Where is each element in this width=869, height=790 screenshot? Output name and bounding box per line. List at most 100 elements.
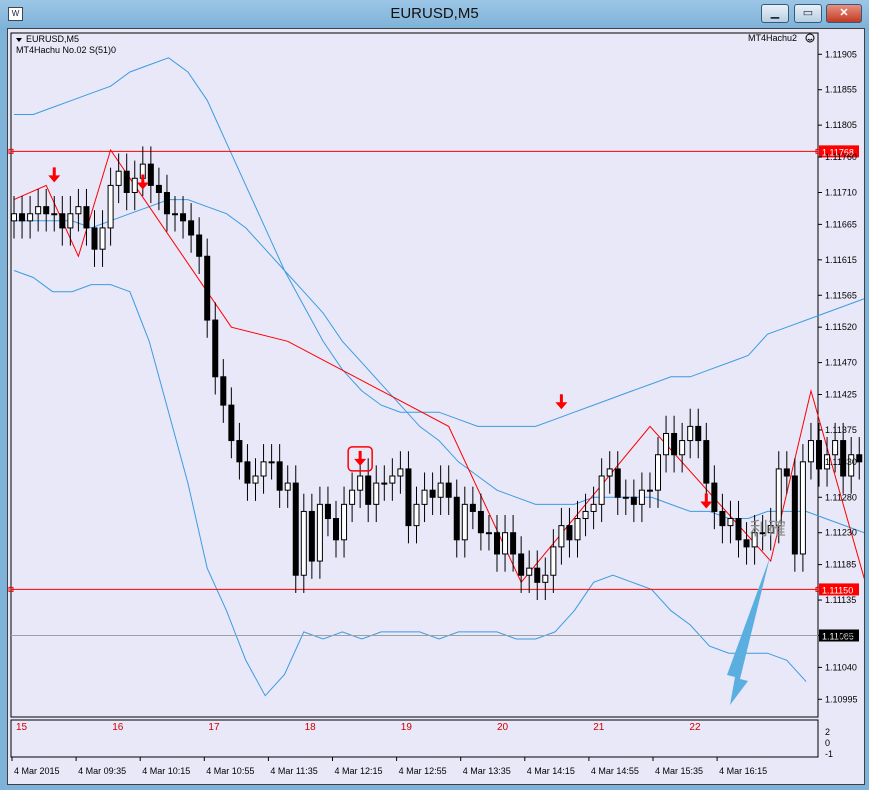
x-tick-label: 4 Mar 15:35 (655, 766, 703, 776)
candle-body (494, 532, 500, 555)
window-title: EURUSD,M5 (390, 5, 479, 22)
smiley-mouth (807, 38, 813, 41)
candle-body (566, 525, 573, 541)
candle-body (542, 574, 549, 583)
candle-body (590, 503, 597, 512)
candle-body (703, 440, 710, 484)
candle-body (816, 440, 822, 470)
candle-body (381, 482, 388, 485)
x-tick-label: 4 Mar 16:15 (719, 766, 767, 776)
candle-body (333, 518, 339, 541)
candle-body (477, 510, 484, 534)
candle-body (196, 234, 203, 257)
y-tick-label: 1.11760 (825, 152, 857, 162)
y-tick-label: 1.11905 (825, 49, 857, 59)
maximize-icon: ▭ (802, 7, 814, 19)
y-tick-label: 1.11085 (825, 630, 857, 640)
candle-body (300, 510, 307, 576)
candle-body (91, 227, 98, 250)
sub-x-label: 19 (401, 722, 413, 733)
candle-body (534, 567, 541, 583)
x-tick-label: 4 Mar 14:55 (591, 766, 639, 776)
x-tick-label: 4 Mar 11:35 (270, 766, 317, 776)
candle-body (679, 440, 686, 456)
candle-body (727, 518, 734, 527)
y-tick-label: 1.11470 (825, 358, 857, 368)
candle-body (461, 503, 468, 541)
x-tick-label: 4 Mar 10:15 (142, 766, 190, 776)
candle-body (324, 503, 331, 520)
candle-body (421, 489, 428, 505)
x-tick-label: 4 Mar 09:35 (78, 766, 126, 776)
candle-body (550, 546, 557, 576)
y-tick-label: 1.11425 (825, 389, 857, 399)
candle-body (349, 489, 356, 505)
title-bar[interactable]: W EURUSD,M5 ▁ ▭ ✕ (0, 0, 869, 28)
sub-y-label: 0 (825, 738, 830, 748)
y-tick-label: 1.11615 (825, 255, 857, 265)
candle-body (268, 461, 275, 464)
candle-body (663, 432, 670, 456)
maximize-button[interactable]: ▭ (794, 4, 822, 23)
y-tick-label: 1.11855 (825, 85, 857, 95)
candle-body (204, 255, 211, 321)
y-tick-label: 1.11135 (825, 595, 856, 605)
candle-body (743, 539, 750, 548)
sub-y-label: -1 (825, 749, 833, 759)
candle-body (99, 227, 106, 250)
candle-body (469, 503, 476, 512)
candle-body (695, 425, 702, 442)
minimize-button[interactable]: ▁ (761, 4, 789, 23)
candle-body (228, 404, 235, 442)
candle-body (115, 170, 122, 186)
chart-symbol-label: EURUSD,M5 (26, 34, 79, 44)
candle-body (357, 475, 364, 491)
close-button[interactable]: ✕ (826, 4, 862, 23)
candle-body (244, 461, 251, 484)
candle-body (775, 468, 782, 527)
candle-body (518, 553, 525, 576)
collapse-triangle-icon[interactable] (16, 38, 22, 42)
candle-body (19, 213, 26, 222)
candle-body (671, 432, 678, 456)
candle-body (292, 482, 299, 576)
y-tick-label: 1.11040 (825, 662, 857, 672)
candle-body (107, 184, 114, 229)
level-price-label-2: 1.11150 (822, 585, 853, 595)
price-chart[interactable]: 1.117681.111501.11085 1.119051.118551.11… (8, 29, 864, 784)
candle-body (27, 213, 34, 222)
sub-x-label: 22 (689, 722, 701, 733)
candle-body (308, 510, 315, 562)
candle-body (646, 489, 653, 492)
candle-body (67, 213, 74, 229)
sub-x-label: 17 (208, 722, 220, 733)
candle-body (147, 163, 154, 186)
candle-body (316, 503, 323, 562)
candle-body (526, 567, 533, 576)
candle-body (856, 454, 863, 463)
main-plot-frame (10, 32, 819, 718)
candle-body (630, 496, 637, 505)
y-tick-label: 1.11520 (825, 322, 857, 332)
y-tick-label: 1.11710 (825, 187, 857, 197)
candle-body (622, 496, 629, 499)
candle-body (212, 319, 219, 378)
bollinger-upper-band (14, 57, 864, 427)
sell-arrow-icon (136, 174, 149, 190)
y-tick-label: 1.11230 (825, 528, 857, 538)
x-tick-label: 4 Mar 14:15 (527, 766, 575, 776)
candle-body (397, 468, 404, 477)
candle-body (606, 468, 613, 477)
candle-body (155, 184, 162, 193)
y-tick-label: 1.11280 (825, 492, 857, 502)
x-tick-label: 4 Mar 12:55 (399, 766, 447, 776)
candle-body (655, 454, 661, 491)
y-tick-label: 1.11665 (825, 219, 857, 229)
candle-body (711, 482, 718, 512)
candle-body (172, 213, 178, 216)
candle-body (83, 206, 90, 229)
sell-arrow-icon (354, 450, 367, 466)
chart-area[interactable]: 1.11768 1.11150 1.11085 1.11905 1.11855 1.11… (7, 28, 865, 785)
sub-x-label: 15 (16, 722, 28, 733)
y-tick-label: 1.11185 (825, 560, 856, 570)
